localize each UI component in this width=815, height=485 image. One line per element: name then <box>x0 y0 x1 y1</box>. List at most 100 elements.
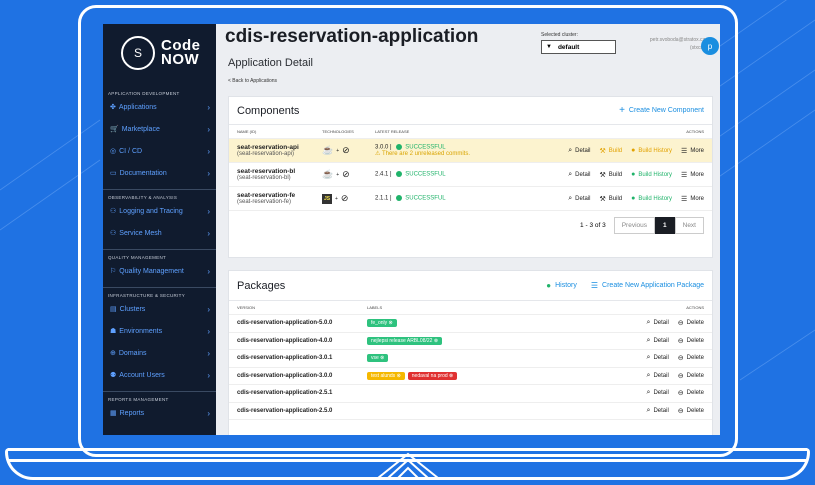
component-id: (seat-reservation-api) <box>237 151 295 157</box>
more-button[interactable]: ☰ More <box>681 171 704 179</box>
package-delete-button[interactable]: ⊖ Delete <box>678 319 704 327</box>
package-delete-button[interactable]: ⊖ Delete <box>678 372 704 380</box>
package-label-chip[interactable]: fe_only ⊗ <box>367 319 397 328</box>
detail-button[interactable]: ⌕ Detail <box>568 171 590 179</box>
package-detail-button[interactable]: ⌕ Detail <box>647 319 669 327</box>
release-version: 2.4.1 <box>375 171 389 178</box>
package-delete-button[interactable]: ⊖ Delete <box>678 407 704 415</box>
package-delete-button[interactable]: ⊖ Delete <box>678 389 704 397</box>
package-version[interactable]: cdis-reservation-application-3.0.1 <box>237 355 367 361</box>
magnifier-icon: ⌕ <box>568 194 573 202</box>
create-component-label: Create New Component <box>628 107 704 114</box>
menu-icon: ☰ <box>681 147 688 155</box>
package-row[interactable]: cdis-reservation-application-2.5.1 ⌕ Deta… <box>229 385 712 403</box>
detail-button[interactable]: ⌕ Detail <box>568 195 590 203</box>
back-link[interactable]: < Back to Applications <box>228 78 277 84</box>
detail-label: Detail <box>653 355 669 362</box>
detail-label: Detail <box>575 147 591 154</box>
magnifier-icon: ⌕ <box>646 371 651 379</box>
create-component-button[interactable]: + Create New Component <box>619 105 704 116</box>
cluster-label: Selected cluster: <box>541 32 578 38</box>
detail-label: Detail <box>653 407 669 414</box>
more-button[interactable]: ☰ More <box>681 195 704 203</box>
cluster-select[interactable]: ▼ default <box>541 40 616 54</box>
package-detail-button[interactable]: ⌕ Detail <box>647 337 669 345</box>
page-title-text: cdis-reservation-application <box>225 26 479 47</box>
create-package-button[interactable]: ☰ Create New Application Package <box>591 281 704 290</box>
col-tech: TECHNOLOGIES <box>322 129 354 134</box>
package-label-chip[interactable]: vse ⊗ <box>367 354 389 363</box>
package-row[interactable]: cdis-reservation-application-3.0.1 vse ⊗… <box>229 350 712 368</box>
clock-icon: ● <box>631 195 636 202</box>
package-label-chip[interactable]: nejlepsi release ARBL08/22 ⊗ <box>367 336 443 345</box>
detail-button[interactable]: ⌕ Detail <box>568 147 590 155</box>
warning-icon: ⚠ <box>375 151 381 158</box>
build-history-button[interactable]: ● Build History <box>631 171 672 179</box>
package-row[interactable]: cdis-reservation-application-5.0.0 fe_on… <box>229 315 712 333</box>
package-version[interactable]: cdis-reservation-application-5.0.0 <box>237 320 367 326</box>
package-delete-button[interactable]: ⊖ Delete <box>678 354 704 362</box>
delete-label: Delete <box>686 355 704 362</box>
success-dot-icon <box>396 171 403 178</box>
package-label-chip[interactable]: nedaval na prod ⊗ <box>407 371 458 380</box>
avatar[interactable]: p <box>701 37 719 55</box>
package-delete-button[interactable]: ⊖ Delete <box>678 337 704 345</box>
page-subtitle: Application Detail <box>228 57 313 69</box>
delete-label: Delete <box>686 337 704 344</box>
more-button[interactable]: ☰ More <box>681 147 704 155</box>
component-name[interactable]: seat-reservation-api <box>237 144 322 151</box>
package-version[interactable]: cdis-reservation-application-3.0.0 <box>237 373 367 379</box>
component-row[interactable]: seat-reservation-fe (seat-reservation-fe)… <box>229 187 712 211</box>
package-row[interactable]: cdis-reservation-application-3.0.0 test … <box>229 368 712 385</box>
package-row[interactable]: cdis-reservation-application-4.0.0 nejle… <box>229 333 712 350</box>
package-version[interactable]: cdis-reservation-application-2.5.1 <box>237 390 367 396</box>
delete-icon: ⊖ <box>677 407 684 415</box>
component-name[interactable]: seat-reservation-fe <box>237 192 322 199</box>
component-name[interactable]: seat-reservation-bl <box>237 168 322 175</box>
package-detail-button[interactable]: ⌕ Detail <box>647 372 669 380</box>
build-label: Build <box>608 195 623 202</box>
package-detail-button[interactable]: ⌕ Detail <box>647 389 669 397</box>
build-button[interactable]: ⚒ Build <box>600 147 623 155</box>
spring-icon: ⊘ <box>340 193 349 203</box>
hammer-icon: ⚒ <box>599 147 606 155</box>
user-info[interactable]: petr.svoboda@stratox.cz (stxcn) <box>625 36 705 52</box>
component-row[interactable]: seat-reservation-api (seat-reservation-ap… <box>229 139 712 163</box>
java-icon: ☕ <box>322 145 334 155</box>
package-label-chip[interactable]: test alunds ⊗ <box>367 371 405 380</box>
delete-icon: ⊖ <box>677 337 684 345</box>
detail-label: Detail <box>653 320 669 327</box>
component-row[interactable]: seat-reservation-bl (seat-reservation-bl)… <box>229 163 712 187</box>
delete-icon: ⊖ <box>677 390 684 398</box>
plus-icon: + <box>619 105 625 116</box>
delete-label: Delete <box>686 390 704 397</box>
delete-label: Delete <box>686 372 704 379</box>
col-labels: LABELS <box>367 305 383 310</box>
build-history-button[interactable]: ● Build History <box>631 147 672 155</box>
create-package-label: Create New Application Package <box>602 282 704 289</box>
package-row[interactable]: cdis-reservation-application-2.5.0 ⌕ Deta… <box>229 403 712 420</box>
delete-icon: ⊖ <box>677 320 684 328</box>
component-id: (seat-reservation-bl) <box>237 175 291 181</box>
packages-title: Packages <box>237 279 286 292</box>
build-label: Build <box>608 171 623 178</box>
package-version[interactable]: cdis-reservation-application-4.0.0 <box>237 338 367 344</box>
chip-text: fe_only <box>371 320 388 327</box>
build-button[interactable]: ⚒ Build <box>600 195 623 203</box>
pager-previous[interactable]: Previous <box>613 217 655 234</box>
build-history-button[interactable]: ● Build History <box>631 195 672 203</box>
triangle-down-icon: ▼ <box>546 44 552 50</box>
detail-label: Detail <box>653 390 669 397</box>
success-dot-icon <box>396 143 403 150</box>
unreleased-warning: There are 2 unreleased commits. <box>381 151 470 158</box>
pager-next[interactable]: Next <box>674 217 704 234</box>
package-detail-button[interactable]: ⌕ Detail <box>647 354 669 362</box>
pager-current[interactable]: 1 <box>655 217 675 234</box>
history-button[interactable]: ● History <box>546 281 577 290</box>
col-pkg-actions: ACTIONS <box>686 305 704 310</box>
packages-table-header: VERSION LABELS ACTIONS <box>229 301 712 315</box>
build-button[interactable]: ⚒ Build <box>600 171 623 179</box>
package-version[interactable]: cdis-reservation-application-2.5.0 <box>237 408 367 414</box>
release-status: SUCCESSFUL <box>405 195 446 202</box>
package-detail-button[interactable]: ⌕ Detail <box>647 407 669 415</box>
